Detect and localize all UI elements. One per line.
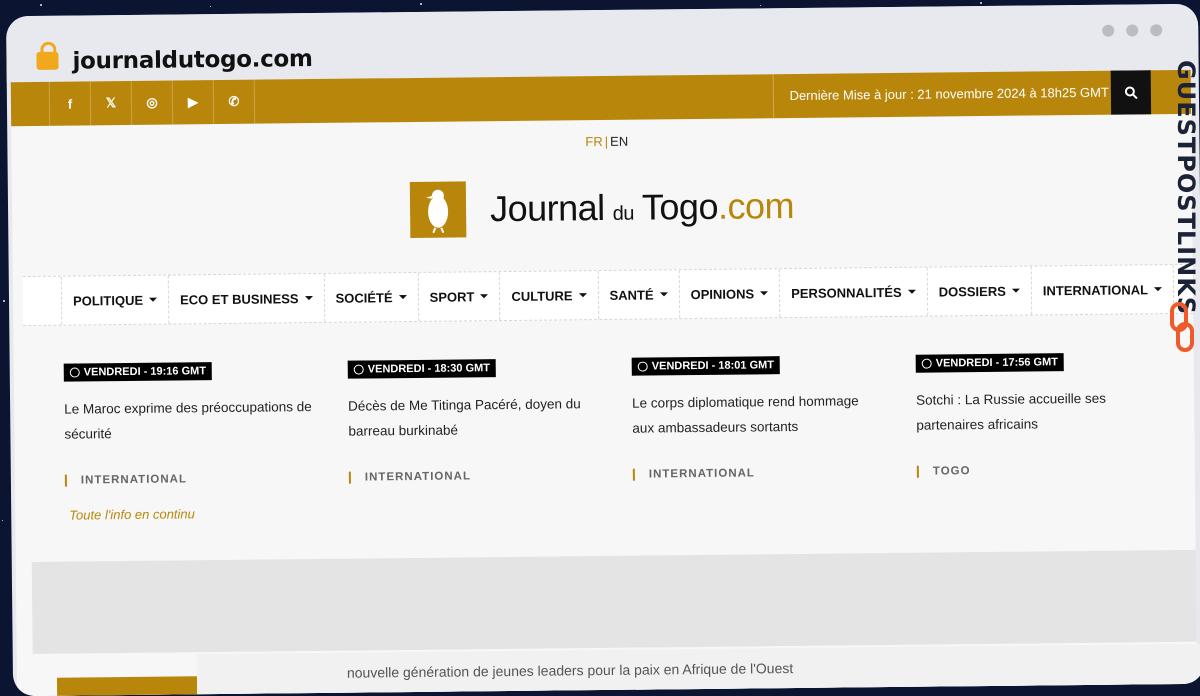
nav-label: POLITIQUE bbox=[72, 292, 144, 309]
chevron-down-icon bbox=[1011, 288, 1020, 293]
facebook-icon[interactable]: f bbox=[48, 81, 91, 126]
window-dot-1[interactable] bbox=[1102, 24, 1115, 37]
news-time: VENDREDI - 17:56 GMT bbox=[935, 356, 1059, 370]
language-switcher: FR | EN bbox=[585, 134, 628, 149]
lang-separator: | bbox=[604, 133, 609, 149]
social-links: f 𝕏 ◎ ▶ ✆ bbox=[48, 79, 256, 126]
news-item[interactable]: VENDREDI - 18:01 GMT Le corps diplomatiq… bbox=[631, 355, 883, 481]
search-icon bbox=[1124, 86, 1138, 100]
news-time: VENDREDI - 18:01 GMT bbox=[651, 359, 775, 373]
logo-togo: Togo bbox=[641, 185, 719, 228]
bird-logo-icon bbox=[409, 181, 467, 239]
news-item[interactable]: VENDREDI - 17:56 GMT Sotchi : La Russie … bbox=[915, 352, 1167, 478]
news-item[interactable]: VENDREDI - 19:16 GMT Le Maroc exprime de… bbox=[63, 361, 315, 487]
link-icon bbox=[1170, 302, 1194, 352]
nav-item-international[interactable]: INTERNATIONAL bbox=[1031, 265, 1175, 315]
nav-label: CULTURE bbox=[511, 287, 573, 304]
window-controls bbox=[1102, 24, 1163, 37]
nav-item-personnalites[interactable]: PERSONNALITÉS bbox=[779, 267, 928, 318]
lang-fr[interactable]: FR bbox=[585, 134, 602, 149]
nav-label: PERSONNALITÉS bbox=[791, 284, 902, 301]
news-title[interactable]: Le Maroc exprime des préoccupations de s… bbox=[64, 394, 315, 447]
news-title[interactable]: Sotchi : La Russie accueille ses partena… bbox=[916, 385, 1167, 438]
logo-du: du bbox=[612, 202, 635, 225]
nav-label: SOCIÉTÉ bbox=[335, 289, 393, 306]
nav-label: SPORT bbox=[429, 288, 475, 305]
time-badge: VENDREDI - 17:56 GMT bbox=[915, 353, 1065, 373]
news-category[interactable]: INTERNATIONAL bbox=[632, 466, 883, 481]
ticker-label-box bbox=[56, 676, 198, 696]
all-news-link[interactable]: Toute l'info en continu bbox=[69, 506, 195, 522]
nav-item-eco-business[interactable]: ECO ET BUSINESS bbox=[168, 273, 325, 324]
news-item[interactable]: VENDREDI - 18:30 GMT Décès de Me Titinga… bbox=[347, 358, 599, 484]
youtube-icon[interactable]: ▶ bbox=[171, 80, 214, 125]
nav-item-dossiers[interactable]: DOSSIERS bbox=[927, 266, 1033, 316]
nav-label: DOSSIERS bbox=[938, 283, 1006, 299]
chevron-down-icon bbox=[1154, 287, 1163, 292]
nav-label: INTERNATIONAL bbox=[1042, 281, 1149, 298]
window-dot-2[interactable] bbox=[1126, 24, 1139, 37]
chevron-down-icon bbox=[659, 292, 668, 297]
nav-label: OPINIONS bbox=[690, 285, 755, 302]
chevron-down-icon bbox=[578, 293, 587, 298]
nav-item-societe[interactable]: SOCIÉTÉ bbox=[324, 272, 419, 322]
ad-banner-area bbox=[31, 549, 1197, 654]
nav-item-sport[interactable]: SPORT bbox=[418, 272, 501, 321]
chevron-down-icon bbox=[304, 296, 313, 301]
browser-window: journaldutogo.com f 𝕏 ◎ ▶ ✆ Dernière Mis… bbox=[6, 3, 1200, 696]
logo-text: Journal du Togo.com bbox=[490, 185, 794, 230]
news-category[interactable]: INTERNATIONAL bbox=[348, 469, 599, 484]
time-badge: VENDREDI - 18:01 GMT bbox=[631, 356, 781, 376]
news-time: VENDREDI - 18:30 GMT bbox=[367, 362, 491, 376]
news-title[interactable]: Décès de Me Titinga Pacéré, doyen du bar… bbox=[348, 391, 599, 444]
web-page: f 𝕏 ◎ ▶ ✆ Dernière Mise à jour : 21 nove… bbox=[10, 69, 1200, 696]
site-logo[interactable]: Journal du Togo.com bbox=[409, 178, 794, 239]
main-nav: POLITIQUE ECO ET BUSINESS SOCIÉTÉ SPORT … bbox=[22, 263, 1194, 327]
guestpostlinks-watermark: GUESTPOSTLINKS bbox=[1166, 60, 1200, 315]
nav-label: ECO ET BUSINESS bbox=[179, 290, 299, 307]
logo-com: .com bbox=[717, 185, 795, 227]
whatsapp-icon[interactable]: ✆ bbox=[212, 79, 256, 125]
nav-label: SANTÉ bbox=[609, 286, 654, 303]
window-dot-3[interactable] bbox=[1150, 24, 1163, 37]
time-badge: VENDREDI - 19:16 GMT bbox=[63, 362, 213, 382]
last-update-text: Dernière Mise à jour : 21 novembre 2024 … bbox=[772, 70, 1110, 119]
time-badge: VENDREDI - 18:30 GMT bbox=[347, 359, 497, 379]
chevron-down-icon bbox=[907, 289, 916, 294]
search-button[interactable] bbox=[1110, 70, 1152, 115]
chevron-down-icon bbox=[480, 294, 489, 299]
nav-item-sante[interactable]: SANTÉ bbox=[598, 270, 680, 320]
clock-icon bbox=[353, 364, 364, 375]
lang-en[interactable]: EN bbox=[610, 134, 628, 149]
news-time: VENDREDI - 19:16 GMT bbox=[83, 365, 207, 379]
clock-icon bbox=[637, 361, 648, 372]
lock-icon bbox=[36, 51, 59, 70]
nav-item-culture[interactable]: CULTURE bbox=[500, 271, 599, 321]
nav-item-politique[interactable]: POLITIQUE bbox=[61, 275, 170, 325]
logo-journal: Journal bbox=[489, 186, 605, 230]
news-title[interactable]: Le corps diplomatique rend hommage aux a… bbox=[632, 388, 883, 441]
clock-icon bbox=[921, 358, 932, 369]
instagram-icon[interactable]: ◎ bbox=[130, 80, 173, 125]
x-icon[interactable]: 𝕏 bbox=[89, 80, 132, 126]
nav-spacer bbox=[22, 276, 63, 326]
news-category[interactable]: INTERNATIONAL bbox=[64, 472, 315, 487]
brand-text: GUESTPOSTLINKS bbox=[1172, 60, 1200, 316]
browser-titlebar: journaldutogo.com bbox=[6, 3, 1199, 83]
clock-icon bbox=[69, 367, 80, 378]
chevron-down-icon bbox=[760, 291, 769, 296]
news-category[interactable]: TOGO bbox=[916, 463, 1167, 478]
chevron-down-icon bbox=[149, 297, 158, 302]
nav-item-opinions[interactable]: OPINIONS bbox=[679, 269, 781, 319]
chevron-down-icon bbox=[398, 295, 407, 300]
address-bar[interactable]: journaldutogo.com bbox=[72, 46, 312, 75]
